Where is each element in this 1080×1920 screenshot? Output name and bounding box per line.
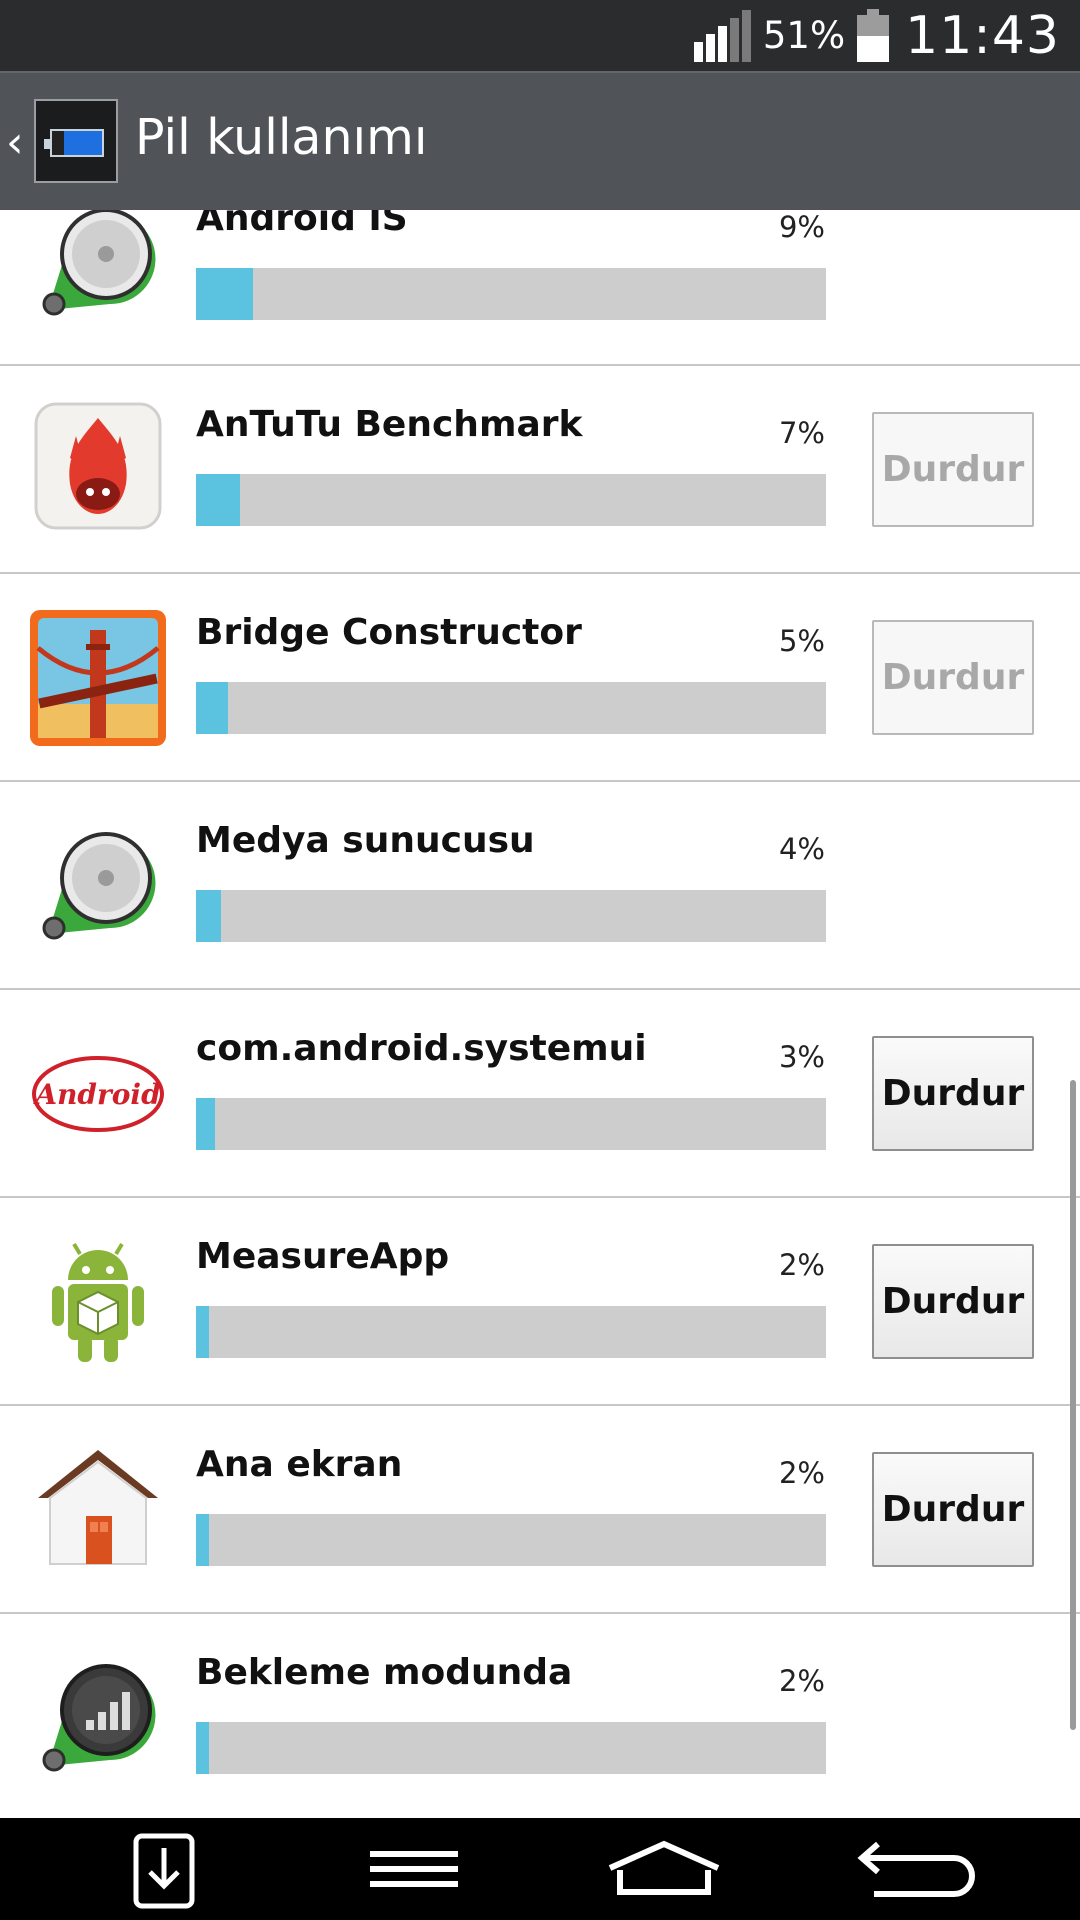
app-name: Bridge Constructor	[196, 612, 582, 653]
menu-icon[interactable]	[334, 1818, 494, 1920]
usage-percent: 2%	[778, 1456, 825, 1490]
home-icon[interactable]	[584, 1818, 744, 1920]
status-bar: 51% 11:43	[0, 0, 1080, 71]
title-bar: ‹ Pil kullanımı	[0, 71, 1080, 210]
stop-button[interactable]: Durdur	[872, 1036, 1034, 1151]
usage-bar-fill	[196, 1722, 209, 1774]
android-os-icon	[42, 210, 156, 316]
usage-bar	[196, 268, 826, 320]
app-name: Bekleme modunda	[196, 1652, 573, 1693]
usage-percent: 2%	[778, 1248, 825, 1282]
usage-bar-fill	[196, 1514, 209, 1566]
usage-bar	[196, 1306, 826, 1358]
stop-button[interactable]: Durdur	[872, 1244, 1034, 1359]
page-title: Pil kullanımı	[135, 109, 428, 166]
list-item[interactable]: Bridge Constructor 5% Durdur	[0, 574, 1080, 782]
battery-percent: 51%	[762, 14, 846, 57]
list-item[interactable]: AnTuTu Benchmark 7% Durdur	[0, 366, 1080, 574]
app-name: MeasureApp	[196, 1236, 450, 1277]
scrollbar[interactable]	[1070, 1080, 1076, 1730]
usage-bar-fill	[196, 890, 222, 942]
usage-bar-fill	[196, 1306, 209, 1358]
usage-bar	[196, 890, 826, 942]
battery-icon	[857, 9, 890, 62]
svg-text:Android: Android	[32, 1078, 160, 1111]
usage-bar	[196, 682, 826, 734]
list-item[interactable]: Android İS 9%	[0, 210, 1080, 366]
stop-button[interactable]: Durdur	[872, 1452, 1034, 1567]
usage-percent: 2%	[778, 1664, 825, 1698]
usage-bar	[196, 474, 826, 526]
usage-bar	[196, 1722, 826, 1774]
signal-bars-icon	[691, 9, 751, 62]
app-name: com.android.systemui	[196, 1028, 647, 1069]
list-item[interactable]: Ana ekran 2% Durdur	[0, 1406, 1080, 1614]
back-chevron-icon[interactable]: ‹	[6, 121, 24, 165]
app-name: Android İS	[196, 210, 408, 239]
bridge-constructor-icon	[30, 610, 166, 746]
usage-bar	[196, 1098, 826, 1150]
list-item[interactable]: MeasureApp 2% Durdur	[0, 1198, 1080, 1406]
usage-bar-fill	[196, 682, 228, 734]
list-item[interactable]: Medya sunucusu 4%	[0, 782, 1080, 990]
download-tray-icon[interactable]	[84, 1818, 244, 1920]
clock: 11:43	[905, 5, 1060, 66]
app-name: AnTuTu Benchmark	[196, 404, 583, 445]
usage-percent: 4%	[778, 832, 825, 866]
battery-usage-list[interactable]: Android İS 9% AnTuTu Benchmark 7% Durdur…	[0, 210, 1080, 1818]
usage-bar-fill	[196, 474, 241, 526]
usage-bar	[196, 1514, 826, 1566]
usage-percent: 7%	[778, 416, 825, 450]
media-server-icon	[42, 832, 156, 940]
usage-percent: 3%	[778, 1040, 825, 1074]
usage-percent: 5%	[778, 624, 825, 658]
app-name: Medya sunucusu	[196, 820, 535, 861]
antutu-icon	[34, 402, 162, 530]
android-logo-icon: Android	[32, 1056, 164, 1132]
app-name: Ana ekran	[196, 1444, 403, 1485]
usage-bar-fill	[196, 1098, 215, 1150]
standby-icon	[42, 1664, 156, 1772]
usage-percent: 9%	[778, 210, 825, 244]
stop-button[interactable]: Durdur	[872, 412, 1034, 527]
battery-app-icon[interactable]	[34, 99, 118, 183]
back-icon[interactable]	[834, 1818, 994, 1920]
navigation-bar	[0, 1818, 1080, 1920]
list-item[interactable]: Android com.android.systemui 3% Durdur	[0, 990, 1080, 1198]
android-robot-icon	[52, 1242, 144, 1362]
home-icon	[38, 1450, 158, 1565]
list-item[interactable]: Bekleme modunda 2%	[0, 1614, 1080, 1818]
usage-bar-fill	[196, 268, 253, 320]
stop-button[interactable]: Durdur	[872, 620, 1034, 735]
